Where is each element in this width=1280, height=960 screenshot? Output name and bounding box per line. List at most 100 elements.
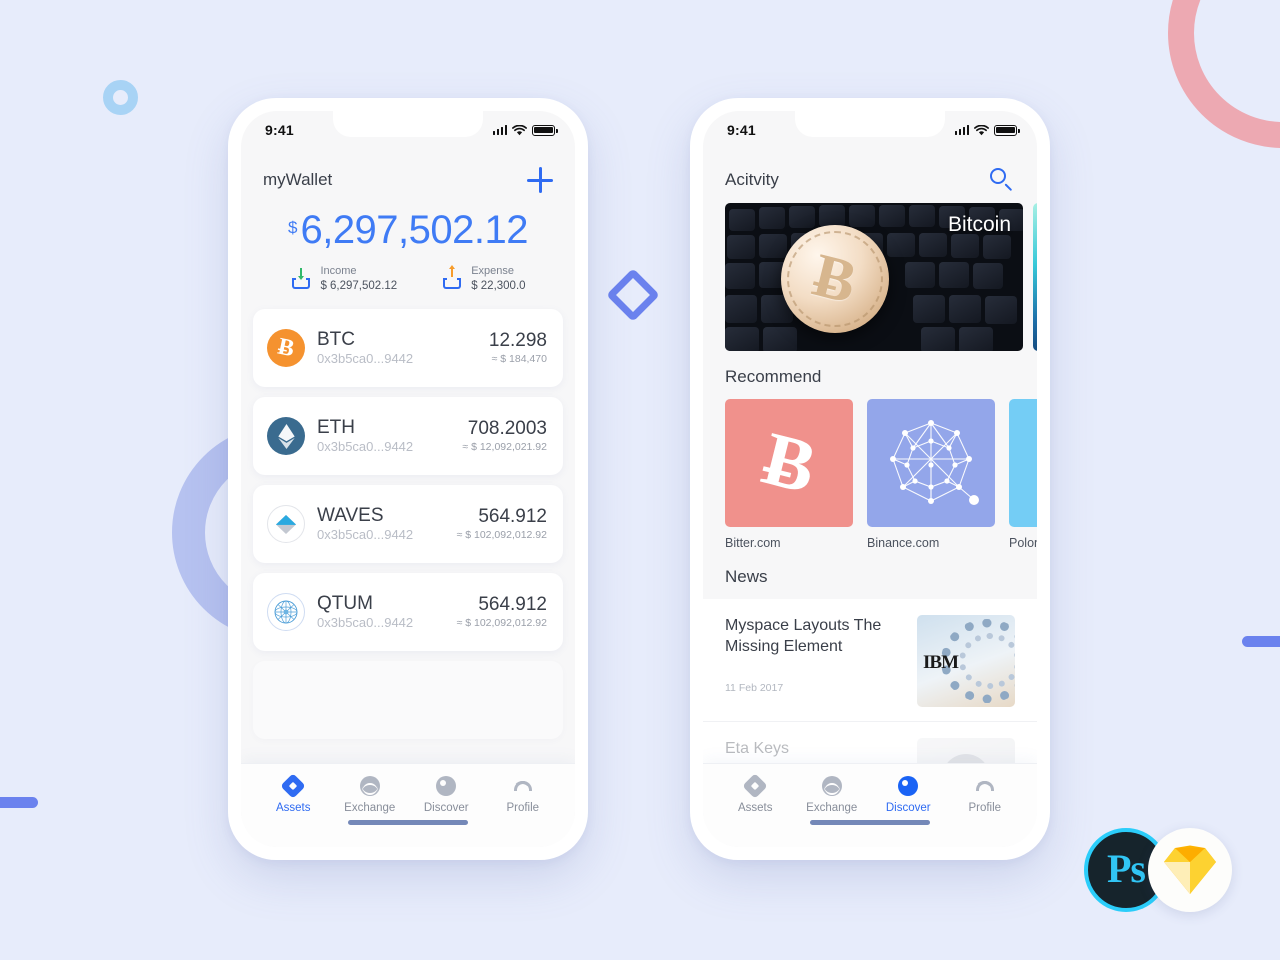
phone1-screen: 9:41 myWallet $ 6,297,502.12 Income $ 6,… bbox=[241, 111, 575, 847]
list-item[interactable]: Polonie bbox=[1009, 399, 1037, 550]
tab-label: Assets bbox=[737, 802, 773, 814]
page-title: myWallet bbox=[263, 170, 333, 189]
btc-coin-icon: Ƀ bbox=[267, 329, 305, 368]
coin-name: QTUM bbox=[317, 592, 373, 614]
tab-discover[interactable]: Discover bbox=[870, 775, 947, 814]
hero-card-next[interactable] bbox=[1033, 203, 1037, 351]
tab-label: Assets bbox=[275, 802, 311, 814]
tab-assets[interactable]: Assets bbox=[717, 773, 794, 814]
coin-name: ETH bbox=[317, 416, 355, 438]
phone2-app-header: Acitvity bbox=[703, 149, 1037, 203]
exchange-icon bbox=[1009, 399, 1037, 527]
bitcoin-coin-photo: Ƀ bbox=[781, 225, 889, 333]
balance-block: $ 6,297,502.12 Income $ 6,297,502.12 Exp… bbox=[241, 203, 575, 295]
phone1-notch bbox=[333, 111, 483, 137]
hero-carousel[interactable]: Ƀ Bitcoin bbox=[703, 203, 1037, 351]
coin-fiat-value: ≈ $ 184,470 bbox=[491, 352, 547, 365]
coin-fiat-value: ≈ $ 102,092,012.92 bbox=[456, 616, 547, 629]
decoration-right-bar bbox=[1242, 636, 1280, 647]
phone2-tab-bar: Assets Exchange Discover Profile bbox=[703, 763, 1037, 847]
coin-fiat-value: ≈ $ 12,092,021.92 bbox=[462, 440, 547, 453]
tab-discover[interactable]: Discover bbox=[408, 775, 485, 814]
news-date: 11 Feb 2017 bbox=[725, 682, 784, 695]
phone2-screen: 9:41 Acitvity Ƀ Bitcoin Recommend Ƀ Bitt… bbox=[703, 111, 1037, 847]
tab-exchange[interactable]: Exchange bbox=[332, 775, 409, 814]
currency-symbol: $ bbox=[287, 218, 298, 237]
hero-label: Bitcoin bbox=[947, 213, 1011, 236]
coin-address: 0x3b5ca0...9442 bbox=[317, 438, 414, 454]
news-thumbnail: IBM bbox=[917, 615, 1015, 707]
expense-label: Expense bbox=[471, 265, 514, 277]
photoshop-label: Ps bbox=[1107, 845, 1146, 891]
status-icons bbox=[954, 124, 1020, 136]
table-row[interactable]: ETH 0x3b5ca0...9442 708.2003 ≈ $ 12,092,… bbox=[253, 397, 563, 476]
bitcoin-b-icon: Ƀ bbox=[725, 399, 853, 527]
signal-bars-icon bbox=[492, 125, 507, 135]
discover-compass-icon bbox=[898, 776, 919, 796]
home-indicator bbox=[348, 820, 468, 825]
table-row[interactable]: Ƀ BTC 0x3b5ca0...9442 12.298 ≈ $ 184,470 bbox=[253, 309, 563, 388]
news-title: Eta Keys bbox=[725, 740, 790, 757]
income-value: $ 6,297,502.12 bbox=[320, 279, 398, 292]
tab-label: Profile bbox=[968, 802, 1002, 814]
recommend-name: Binance.com bbox=[867, 536, 940, 550]
expense-value: $ 22,300.0 bbox=[471, 279, 526, 292]
coin-name: BTC bbox=[317, 328, 355, 350]
list-item[interactable]: Ƀ Bitter.com bbox=[725, 399, 853, 550]
qtum-coin-icon bbox=[267, 593, 305, 632]
coin-amount: 708.2003 bbox=[467, 417, 547, 439]
table-row[interactable]: QTUM 0x3b5ca0...9442 564.912 ≈ $ 102,092… bbox=[253, 573, 563, 652]
income-tray-down-icon bbox=[290, 268, 312, 290]
tab-profile[interactable]: Profile bbox=[947, 775, 1024, 814]
decoration-pink-arc bbox=[1168, 0, 1280, 148]
list-item[interactable]: Binance.com bbox=[867, 399, 995, 550]
coin-amount: 564.912 bbox=[478, 505, 547, 527]
assets-diamond-icon bbox=[280, 773, 306, 799]
signal-bars-icon bbox=[954, 125, 969, 135]
wifi-icon bbox=[512, 124, 527, 135]
table-row-partial[interactable] bbox=[253, 661, 563, 740]
battery-icon bbox=[994, 124, 1020, 136]
summary-expense: Expense $ 22,300.0 bbox=[441, 265, 526, 293]
discover-compass-icon bbox=[436, 776, 457, 796]
decoration-blue-ring bbox=[103, 80, 138, 115]
eth-coin-icon bbox=[267, 417, 305, 456]
profile-person-icon bbox=[513, 777, 533, 796]
tab-profile[interactable]: Profile bbox=[485, 775, 562, 814]
tab-label: Discover bbox=[885, 802, 931, 814]
asset-list: Ƀ BTC 0x3b5ca0...9442 12.298 ≈ $ 184,470 bbox=[241, 309, 575, 740]
expense-tray-up-icon bbox=[441, 265, 463, 290]
recommend-name: Polonie bbox=[1009, 536, 1037, 550]
sketch-badge-icon bbox=[1148, 828, 1232, 912]
recommend-name: Bitter.com bbox=[725, 536, 781, 550]
assets-diamond-icon bbox=[742, 773, 768, 799]
coin-name: WAVES bbox=[317, 504, 384, 526]
canvas: 9:41 myWallet $ 6,297,502.12 Income $ 6,… bbox=[0, 0, 1280, 960]
coin-address: 0x3b5ca0...9442 bbox=[317, 350, 414, 366]
tab-assets[interactable]: Assets bbox=[255, 773, 332, 814]
wifi-icon bbox=[974, 124, 989, 135]
battery-icon bbox=[532, 124, 558, 136]
status-icons bbox=[492, 124, 558, 136]
tab-exchange[interactable]: Exchange bbox=[794, 775, 871, 814]
home-indicator bbox=[810, 820, 930, 825]
search-icon[interactable] bbox=[989, 167, 1015, 193]
coin-address: 0x3b5ca0...9442 bbox=[317, 614, 414, 630]
add-wallet-plus-icon[interactable] bbox=[527, 167, 553, 193]
network-graph-icon bbox=[867, 399, 995, 527]
tab-label: Profile bbox=[506, 802, 540, 814]
hero-card-bitcoin[interactable]: Ƀ Bitcoin bbox=[725, 203, 1023, 351]
income-label: Income bbox=[320, 265, 357, 277]
decoration-diamond bbox=[606, 268, 660, 322]
summary-income: Income $ 6,297,502.12 bbox=[290, 265, 397, 293]
table-row[interactable]: WAVES 0x3b5ca0...9442 564.912 ≈ $ 102,09… bbox=[253, 485, 563, 564]
phone-mockup-wallet: 9:41 myWallet $ 6,297,502.12 Income $ 6,… bbox=[228, 98, 588, 860]
phone1-app-header: myWallet bbox=[241, 149, 575, 203]
balance-row: $ 6,297,502.12 bbox=[287, 208, 529, 252]
phone2-notch bbox=[795, 111, 945, 137]
tab-label: Exchange bbox=[806, 802, 858, 814]
list-item[interactable]: Myspace Layouts The Missing Element 11 F… bbox=[703, 599, 1037, 722]
news-section-title: News bbox=[725, 567, 768, 586]
balance-amount: 6,297,502.12 bbox=[300, 208, 529, 252]
recommend-list[interactable]: Ƀ Bitter.com Binance.com Polo bbox=[703, 399, 1037, 550]
